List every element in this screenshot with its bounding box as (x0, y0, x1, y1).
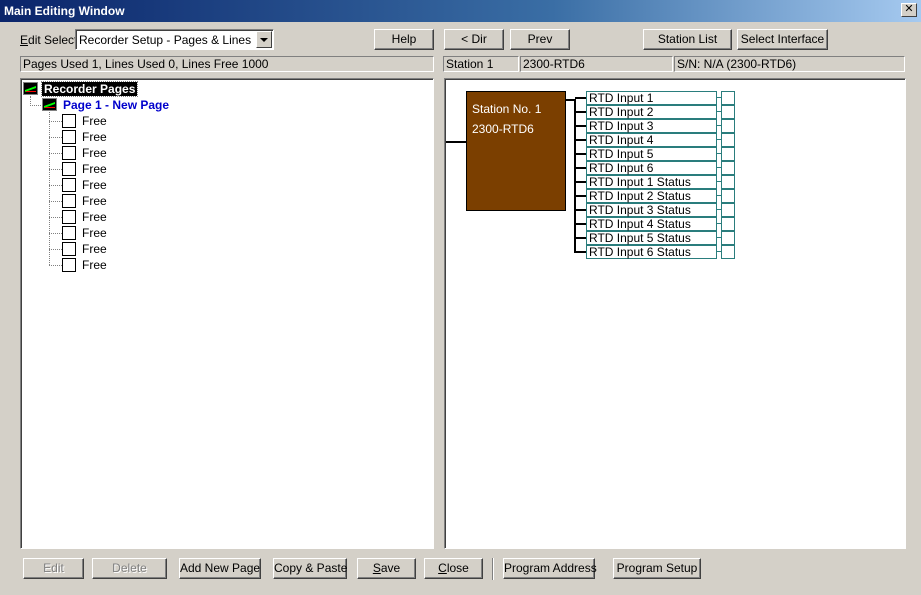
chevron-down-icon[interactable] (256, 31, 272, 48)
tree-connector (49, 201, 62, 202)
rtd-input-item[interactable]: RTD Input 6 Status (586, 245, 717, 259)
edit-select-label: Edit Select (20, 33, 78, 47)
close-button[interactable]: Close (424, 558, 483, 579)
recorder-chart-icon (23, 82, 38, 95)
free-line-box-icon[interactable] (62, 146, 76, 160)
rtd-input-item[interactable]: RTD Input 3 (586, 119, 717, 133)
rtd-input-slot[interactable] (721, 189, 735, 203)
tree-free-line[interactable]: Free (82, 162, 107, 176)
window-titlebar: Main Editing Window ✕ (0, 0, 921, 22)
free-line-box-icon[interactable] (62, 226, 76, 240)
edit-select-dropdown[interactable]: Recorder Setup - Pages & Lines (75, 29, 274, 50)
button-separator (492, 558, 494, 580)
station-name: Station No. 1 (472, 102, 542, 116)
rtd-input-item[interactable]: RTD Input 1 Status (586, 175, 717, 189)
page-chart-icon (42, 98, 57, 111)
free-line-box-icon[interactable] (62, 258, 76, 272)
close-icon: ✕ (904, 3, 914, 15)
dir-button[interactable]: < Dir (444, 29, 504, 50)
rtd-input-item[interactable]: RTD Input 5 Status (586, 231, 717, 245)
rtd-input-item[interactable]: RTD Input 2 Status (586, 189, 717, 203)
rtd-input-item[interactable]: RTD Input 6 (586, 161, 717, 175)
tree-connector (49, 153, 62, 154)
free-line-box-icon[interactable] (62, 114, 76, 128)
rtd-input-slot[interactable] (721, 245, 735, 259)
rtd-input-slot[interactable] (721, 175, 735, 189)
tree-connector (49, 121, 62, 122)
tree-connector (49, 137, 62, 138)
serial-status: S/N: N/A (2300-RTD6) (674, 56, 905, 72)
rtd-input-slot[interactable] (721, 133, 735, 147)
edit-button[interactable]: Edit (23, 558, 84, 579)
free-line-box-icon[interactable] (62, 162, 76, 176)
add-new-page-button[interactable]: Add New Page (179, 558, 261, 579)
tree-connector (49, 249, 62, 250)
free-line-box-icon[interactable] (62, 242, 76, 256)
rtd-input-slot[interactable] (721, 161, 735, 175)
tree-free-line[interactable]: Free (82, 114, 107, 128)
tree-free-line[interactable]: Free (82, 242, 107, 256)
free-line-box-icon[interactable] (62, 178, 76, 192)
rtd-input-slot[interactable] (721, 147, 735, 161)
free-line-box-icon[interactable] (62, 210, 76, 224)
free-line-box-icon[interactable] (62, 194, 76, 208)
station-model: 2300-RTD6 (472, 122, 534, 136)
rtd-input-slot[interactable] (721, 231, 735, 245)
help-button[interactable]: Help (374, 29, 434, 50)
tree-connector (49, 265, 62, 266)
rtd-input-slot[interactable] (721, 217, 735, 231)
tree-free-line[interactable]: Free (82, 210, 107, 224)
delete-button[interactable]: Delete (92, 558, 167, 579)
program-setup-button[interactable]: Program Setup (613, 558, 701, 579)
edit-select-value: Recorder Setup - Pages & Lines (79, 33, 252, 47)
tree-free-line[interactable]: Free (82, 226, 107, 240)
rtd-input-item[interactable]: RTD Input 3 Status (586, 203, 717, 217)
program-address-button[interactable]: Program Address (503, 558, 597, 579)
rtd-input-item[interactable]: RTD Input 1 (586, 91, 717, 105)
tree-connector (49, 112, 50, 265)
tree-connector (30, 105, 41, 106)
model-status: 2300-RTD6 (520, 56, 673, 72)
tree-free-line[interactable]: Free (82, 130, 107, 144)
tree-free-line[interactable]: Free (82, 146, 107, 160)
tree-connector (49, 217, 62, 218)
free-line-box-icon[interactable] (62, 130, 76, 144)
rtd-input-slot[interactable] (721, 105, 735, 119)
rtd-input-item[interactable]: RTD Input 2 (586, 105, 717, 119)
window-title: Main Editing Window (4, 4, 125, 18)
rtd-input-item[interactable]: RTD Input 5 (586, 147, 717, 161)
tree-root-recorder-pages[interactable]: Recorder Pages (40, 81, 139, 97)
tree-page-1[interactable]: Page 1 - New Page (63, 98, 169, 112)
copy-paste-button[interactable]: Copy & Paste (273, 558, 347, 579)
rtd-input-slot[interactable] (721, 119, 735, 133)
close-window-button[interactable]: ✕ (901, 3, 917, 17)
tree-connector (49, 169, 62, 170)
prev-button[interactable]: Prev (510, 29, 570, 50)
tree-free-line[interactable]: Free (82, 194, 107, 208)
bus-connector (446, 141, 466, 143)
rtd-input-slot[interactable] (721, 203, 735, 217)
tree-free-line[interactable]: Free (82, 258, 107, 272)
usage-status: Pages Used 1, Lines Used 0, Lines Free 1… (20, 56, 434, 72)
input-bus-line (574, 99, 576, 253)
rtd-input-item[interactable]: RTD Input 4 (586, 133, 717, 147)
save-button[interactable]: Save (357, 558, 416, 579)
tree-connector (49, 185, 62, 186)
tree-free-line[interactable]: Free (82, 178, 107, 192)
rtd-input-item[interactable]: RTD Input 4 Status (586, 217, 717, 231)
select-interface-button[interactable]: Select Interface (737, 29, 828, 50)
rtd-input-slot[interactable] (721, 91, 735, 105)
station-node[interactable]: Station No. 1 2300-RTD6 (466, 91, 566, 211)
station-status: Station 1 (443, 56, 519, 72)
tree-connector (49, 233, 62, 234)
station-list-button[interactable]: Station List (643, 29, 732, 50)
